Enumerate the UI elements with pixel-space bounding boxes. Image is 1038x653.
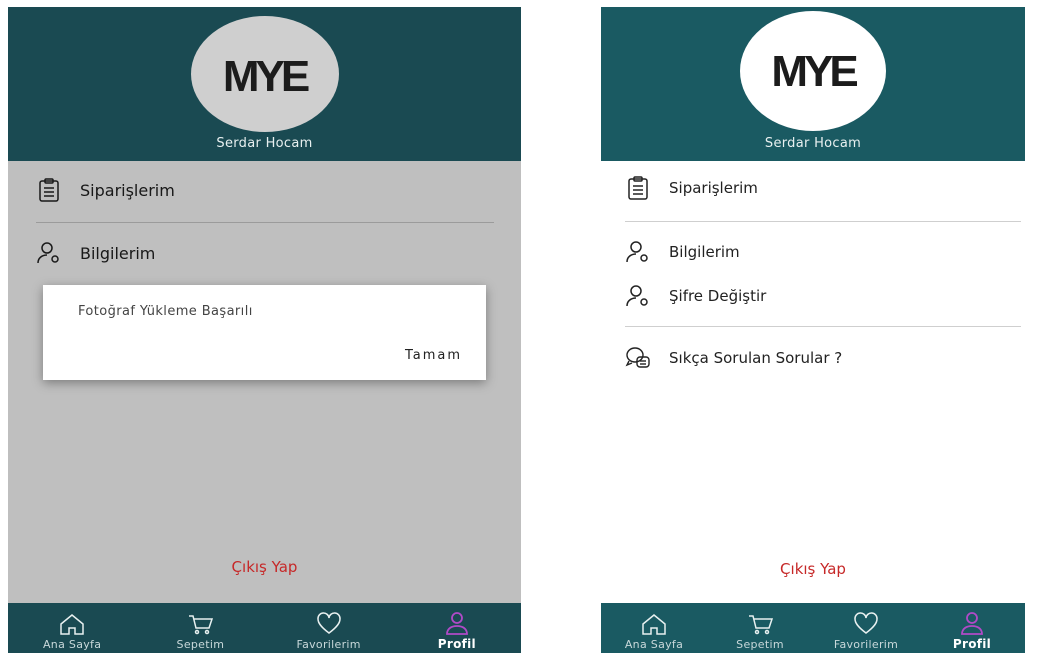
menu-item-label: Sıkça Sorulan Sorular ?	[669, 349, 843, 367]
clipboard-icon	[628, 176, 648, 200]
user-gear-icon	[626, 241, 648, 263]
nav-favorites[interactable]: Favorilerim	[813, 612, 919, 651]
nav-home[interactable]: Ana Sayfa	[8, 612, 136, 651]
profile-screen-with-dialog: MYE Serdar Hocam Siparişlerim Bilgilerim…	[8, 7, 521, 653]
nav-profile[interactable]: Profil	[919, 611, 1025, 651]
profile-header: MYE Serdar Hocam	[601, 7, 1025, 161]
user-name: Serdar Hocam	[216, 136, 313, 151]
profile-icon	[445, 612, 468, 635]
faq-chat-icon	[625, 347, 650, 368]
nav-cart[interactable]: Sepetim	[136, 612, 264, 651]
brand-logo: MYE	[222, 52, 310, 101]
bottom-nav: Ana Sayfa Sepetim Favorilerim Profil	[601, 603, 1025, 653]
nav-profile[interactable]: Profil	[393, 611, 521, 651]
avatar[interactable]: MYE	[740, 11, 886, 131]
nav-home[interactable]: Ana Sayfa	[601, 612, 707, 651]
nav-label: Sepetim	[736, 638, 784, 651]
divider	[625, 326, 1021, 327]
menu-item-faq[interactable]: Sıkça Sorulan Sorular ?	[625, 345, 842, 371]
nav-favorites[interactable]: Favorilerim	[265, 612, 393, 651]
dim-overlay[interactable]	[8, 161, 521, 603]
home-icon	[60, 614, 84, 635]
menu-item-info[interactable]: Bilgilerim	[625, 239, 740, 265]
nav-label: Ana Sayfa	[624, 638, 684, 651]
menu-item-change-password[interactable]: Şifre Değiştir	[625, 283, 766, 309]
nav-cart[interactable]: Sepetim	[707, 612, 813, 651]
nav-label: Sepetim	[176, 638, 225, 651]
nav-label: Profil	[437, 637, 476, 651]
user-name: Serdar Hocam	[764, 136, 862, 151]
menu-item-label: Siparişlerim	[669, 179, 758, 197]
upload-success-dialog: Fotoğraf Yükleme Başarılı Tamam	[43, 285, 486, 380]
menu-item-orders[interactable]: Siparişlerim	[625, 175, 758, 201]
ok-button[interactable]: Tamam	[405, 348, 462, 363]
heart-icon	[316, 612, 341, 634]
logout-button[interactable]: Çıkış Yap	[601, 560, 1025, 578]
logout-button[interactable]: Çıkış Yap	[8, 558, 521, 576]
menu-item-label: Bilgilerim	[669, 243, 740, 261]
nav-label: Favorilerim	[296, 638, 361, 651]
profile-screen: MYE Serdar Hocam Siparişlerim Bilgilerim…	[601, 7, 1025, 653]
bottom-nav: Ana Sayfa Sepetim Favorilerim Profil	[8, 603, 521, 653]
heart-icon	[854, 612, 878, 634]
avatar[interactable]: MYE	[190, 16, 339, 132]
user-gear-icon	[626, 285, 648, 307]
cart-icon	[749, 615, 773, 635]
dialog-message: Fotoğraf Yükleme Başarılı	[78, 304, 253, 319]
nav-label: Favorilerim	[833, 638, 899, 651]
nav-label: Profil	[952, 637, 992, 651]
brand-logo: MYE	[771, 47, 858, 96]
menu-item-label: Şifre Değiştir	[669, 287, 767, 305]
home-icon	[642, 614, 666, 635]
profile-icon	[961, 612, 983, 635]
cart-icon	[189, 615, 214, 635]
profile-header: MYE Serdar Hocam	[8, 7, 521, 161]
nav-label: Ana Sayfa	[42, 638, 102, 651]
divider	[625, 221, 1021, 222]
